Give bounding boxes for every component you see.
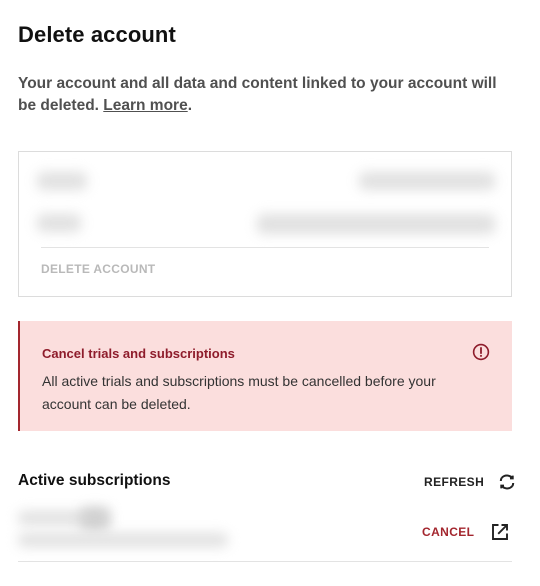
account-details-card: DELETE ACCOUNT: [18, 151, 512, 297]
delete-account-button[interactable]: DELETE ACCOUNT: [41, 262, 155, 276]
alert-title: Cancel trials and subscriptions: [42, 346, 235, 361]
redacted-value-1: [359, 172, 495, 190]
description-body: Your account and all data and content li…: [18, 75, 497, 114]
cancel-subscriptions-alert: Cancel trials and subscriptions All acti…: [18, 321, 512, 431]
cancel-label: CANCEL: [422, 525, 475, 539]
redacted-label-2: [37, 214, 81, 232]
redacted-subscription-icon: [80, 507, 110, 531]
description-suffix: .: [187, 97, 193, 114]
refresh-icon: [499, 474, 515, 490]
description-text: Your account and all data and content li…: [18, 73, 518, 117]
active-subscriptions-heading: Active subscriptions: [18, 472, 171, 489]
redacted-value-2: [257, 214, 495, 234]
cancel-subscription-button[interactable]: CANCEL: [422, 523, 509, 541]
redacted-subscription-detail: [18, 533, 228, 547]
learn-more-link[interactable]: Learn more: [103, 97, 187, 114]
exclamation-circle-icon: [472, 343, 490, 361]
alert-body: All active trials and subscriptions must…: [42, 373, 436, 412]
redacted-label-1: [37, 172, 87, 190]
subscription-row: CANCEL: [18, 505, 512, 562]
refresh-label: REFRESH: [424, 475, 485, 489]
card-divider: [41, 247, 489, 248]
page-title: Delete account: [18, 22, 176, 47]
refresh-button[interactable]: REFRESH: [424, 472, 517, 492]
external-link-icon: [492, 524, 509, 540]
